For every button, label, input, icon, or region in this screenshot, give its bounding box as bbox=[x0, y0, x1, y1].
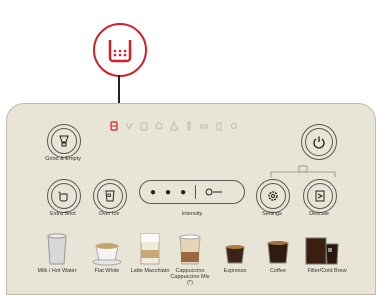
status-icons-row bbox=[110, 121, 238, 131]
coffee-icon[interactable] bbox=[265, 240, 291, 266]
beverage-note-cappuccino: (*) bbox=[187, 280, 193, 286]
intensity-selector[interactable]: ● ● ● bbox=[139, 180, 245, 204]
beverage-label-filter-cold-brew: Filter/Cold Brew bbox=[307, 268, 347, 274]
latte-macchiato-icon[interactable] bbox=[138, 232, 162, 266]
bean-3-icon: ● bbox=[180, 186, 187, 198]
over-ice-button[interactable] bbox=[93, 179, 127, 213]
settings-button[interactable] bbox=[256, 179, 290, 213]
power-button[interactable] bbox=[301, 124, 337, 160]
filter-cold-brew-icon[interactable] bbox=[304, 232, 348, 266]
intensity-label: Intensity bbox=[181, 211, 203, 217]
descale-icon bbox=[125, 122, 133, 131]
cappuccino-icon[interactable] bbox=[176, 234, 204, 266]
settings-label: Settings bbox=[262, 211, 282, 217]
bean-1-icon: ● bbox=[150, 186, 157, 198]
drip-tray-icon bbox=[200, 124, 208, 129]
beverage-label-flat-white: Flat White bbox=[94, 268, 120, 274]
settings-icon bbox=[231, 123, 237, 129]
bean-2-icon: ● bbox=[165, 186, 172, 198]
grounds-container-icon bbox=[155, 122, 163, 130]
divider bbox=[195, 185, 197, 199]
milk-carafe-icon bbox=[216, 122, 222, 131]
grind-setting-icon bbox=[205, 188, 223, 196]
beverage-label-latte-macchiato: Latte Macchiato bbox=[130, 268, 170, 274]
beverage-label-coffee: Coffee bbox=[269, 268, 287, 274]
water-tank-icon bbox=[108, 40, 132, 63]
settings-descale-bracket bbox=[270, 165, 336, 177]
extra-shot-button[interactable]: + bbox=[47, 179, 81, 213]
milk-hot-water-icon[interactable] bbox=[40, 232, 74, 266]
descale-label: Descale bbox=[309, 211, 329, 217]
warning-icon bbox=[170, 121, 178, 131]
extra-shot-label: Extra Shot bbox=[50, 211, 76, 217]
filter-icon bbox=[187, 121, 191, 131]
water-tank-icon bbox=[110, 121, 118, 131]
water-tank-callout bbox=[93, 23, 147, 77]
beverage-label-espresso: Espresso bbox=[223, 268, 247, 274]
beverage-label-milk-hot-water: Milk / Hot Water bbox=[37, 268, 77, 274]
cup-icon bbox=[140, 122, 148, 131]
grind-empty-label: Grind & Empty bbox=[45, 156, 81, 162]
flat-white-icon[interactable] bbox=[92, 240, 122, 266]
descale-button[interactable] bbox=[303, 179, 337, 213]
over-ice-label: Over Ice bbox=[98, 211, 120, 217]
espresso-icon[interactable] bbox=[223, 244, 247, 266]
grind-empty-button[interactable] bbox=[47, 124, 81, 158]
